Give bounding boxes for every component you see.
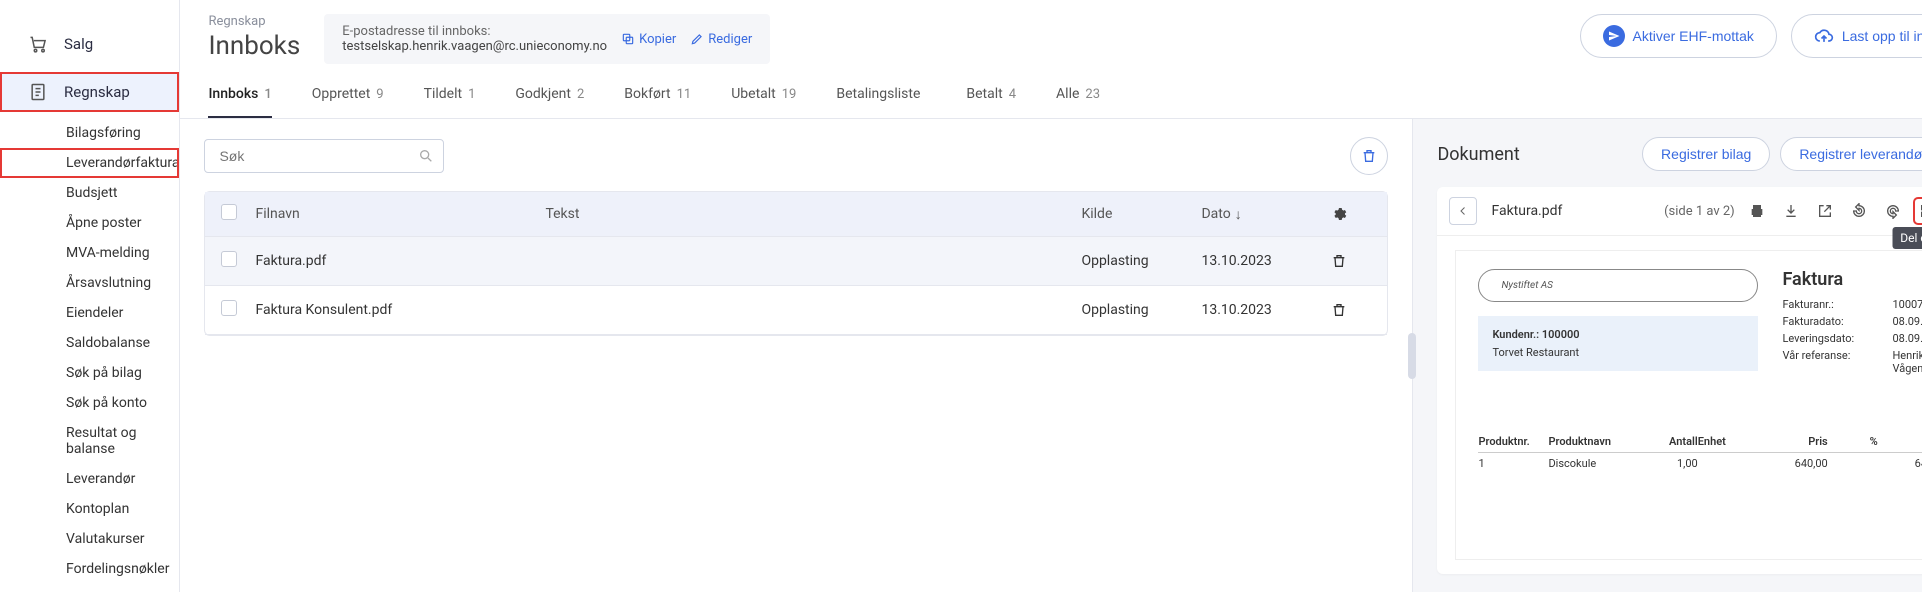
- viewer-filename: Faktura.pdf: [1491, 203, 1562, 219]
- tab-ubetalt[interactable]: Ubetalt19: [731, 86, 796, 118]
- email-label: E-postadresse til innboks:: [342, 24, 607, 39]
- invoice-kunde-label: Kundenr.: 100000: [1492, 326, 1744, 344]
- pdf-preview: Nystiftet AS Kundenr.: 100000 Torvet Res…: [1437, 236, 1922, 574]
- activate-ehf-button[interactable]: Aktiver EHF-mottak: [1580, 14, 1777, 58]
- register-bilag-button[interactable]: Registrer bilag: [1642, 137, 1770, 171]
- email-address: testselskap.henrik.vaagen@rc.unieconomy.…: [342, 39, 607, 54]
- row-delete-icon[interactable]: [1331, 302, 1371, 318]
- copy-icon: [621, 32, 635, 46]
- tab-betalingsliste[interactable]: Betalingsliste: [836, 86, 926, 118]
- copy-link[interactable]: Kopier: [621, 32, 676, 47]
- nav-regnskap[interactable]: Regnskap: [0, 72, 179, 112]
- cell-kilde: Opplasting: [1081, 253, 1201, 269]
- split-tooltip: Del opp fil: [1892, 227, 1922, 249]
- document-icon: [28, 82, 48, 102]
- table-header: Filnavn Tekst Kilde Dato↓: [205, 192, 1387, 237]
- tab-innboks[interactable]: Innboks1: [208, 86, 271, 118]
- sidebar-item-eiendeler[interactable]: Eiendeler: [0, 298, 179, 328]
- sort-desc-icon: ↓: [1235, 206, 1242, 223]
- sidebar-item-valutakurser[interactable]: Valutakurser: [0, 524, 179, 554]
- nav-regnskap-label: Regnskap: [64, 83, 130, 101]
- columns-settings-icon[interactable]: [1331, 206, 1371, 222]
- nav-salg[interactable]: Salg: [18, 24, 161, 64]
- col-filnavn[interactable]: Filnavn: [255, 206, 545, 222]
- select-all-checkbox[interactable]: [221, 204, 237, 220]
- sidebar-item-mvamelding[interactable]: MVA-melding: [0, 238, 179, 268]
- cell-filnavn: Faktura Konsulent.pdf: [255, 302, 545, 318]
- rotate-cw-icon[interactable]: [1881, 199, 1905, 223]
- sidebar-item-sokpabilag[interactable]: Søk på bilag: [0, 358, 179, 388]
- cell-dato: 13.10.2023: [1201, 253, 1331, 269]
- cart-icon: [28, 34, 48, 54]
- split-file-icon[interactable]: Del opp fil: [1915, 199, 1922, 223]
- rotate-ccw-icon[interactable]: [1847, 199, 1871, 223]
- invoice-title: Faktura: [1782, 269, 1922, 290]
- search-icon: [418, 148, 434, 164]
- sidebar-item-arsavslutning[interactable]: Årsavslutning: [0, 268, 179, 298]
- cell-filnavn: Faktura.pdf: [255, 253, 545, 269]
- row-checkbox[interactable]: [221, 251, 237, 267]
- pane-splitter[interactable]: [1408, 333, 1416, 379]
- col-dato[interactable]: Dato↓: [1201, 206, 1331, 223]
- sidebar-item-saldobalanse[interactable]: Saldobalanse: [0, 328, 179, 358]
- row-checkbox[interactable]: [221, 300, 237, 316]
- bulk-delete-button[interactable]: [1350, 137, 1388, 175]
- print-icon[interactable]: [1745, 199, 1769, 223]
- row-delete-icon[interactable]: [1331, 253, 1371, 269]
- breadcrumb: Regnskap: [208, 14, 300, 29]
- cloud-upload-icon: [1814, 26, 1834, 46]
- pencil-icon: [690, 32, 704, 46]
- table-row[interactable]: Faktura.pdf Opplasting 13.10.2023: [205, 237, 1387, 286]
- send-icon: [1603, 25, 1625, 47]
- prev-file-button[interactable]: [1449, 197, 1477, 225]
- tab-alle[interactable]: Alle23: [1056, 86, 1100, 118]
- tab-opprettet[interactable]: Opprettet9: [312, 86, 384, 118]
- document-section-title: Dokument: [1437, 144, 1519, 165]
- cell-kilde: Opplasting: [1081, 302, 1201, 318]
- invoice-logo: Nystiftet AS: [1478, 269, 1758, 302]
- sidebar-item-fordelingsnokler[interactable]: Fordelingsnøkler: [0, 554, 179, 584]
- cell-dato: 13.10.2023: [1201, 302, 1331, 318]
- download-icon[interactable]: [1779, 199, 1803, 223]
- sidebar-item-kontoplan[interactable]: Kontoplan: [0, 494, 179, 524]
- sidebar-item-apneposter[interactable]: Åpne poster: [0, 208, 179, 238]
- sidebar-item-bilagsforing[interactable]: Bilagsføring: [0, 118, 179, 148]
- sidebar-item-budsjett[interactable]: Budsjett: [0, 178, 179, 208]
- tab-bokfort[interactable]: Bokført11: [624, 86, 691, 118]
- invoice-kunde-navn: Torvet Restaurant: [1492, 344, 1744, 362]
- register-leverandorfaktura-button[interactable]: Registrer leverandørfaktura: [1780, 137, 1922, 171]
- col-kilde[interactable]: Kilde: [1081, 206, 1201, 222]
- page-title: Innboks: [208, 31, 300, 61]
- sidebar-item-leverandor[interactable]: Leverandør: [0, 464, 179, 494]
- upload-button[interactable]: Last opp til innboks: [1791, 14, 1922, 58]
- sidebar-item-resultat[interactable]: Resultat og balanse: [0, 418, 179, 464]
- sidebar-item-leverandorfaktura[interactable]: Leverandørfaktura: [0, 148, 179, 178]
- invoice-line: 1 Discokule 1,00 640,00 640,00: [1478, 453, 1922, 470]
- sidebar-item-sokpakonto[interactable]: Søk på konto: [0, 388, 179, 418]
- page-info: (side 1 av 2): [1664, 204, 1735, 219]
- table-row[interactable]: Faktura Konsulent.pdf Opplasting 13.10.2…: [205, 286, 1387, 335]
- tab-tildelt[interactable]: Tildelt1: [424, 86, 476, 118]
- tab-betalt[interactable]: Betalt4: [966, 86, 1016, 118]
- nav-salg-label: Salg: [64, 35, 93, 53]
- search-input[interactable]: [204, 139, 444, 173]
- col-tekst[interactable]: Tekst: [545, 206, 1081, 222]
- edit-link[interactable]: Rediger: [690, 32, 752, 47]
- tab-godkjent[interactable]: Godkjent2: [515, 86, 584, 118]
- open-external-icon[interactable]: [1813, 199, 1837, 223]
